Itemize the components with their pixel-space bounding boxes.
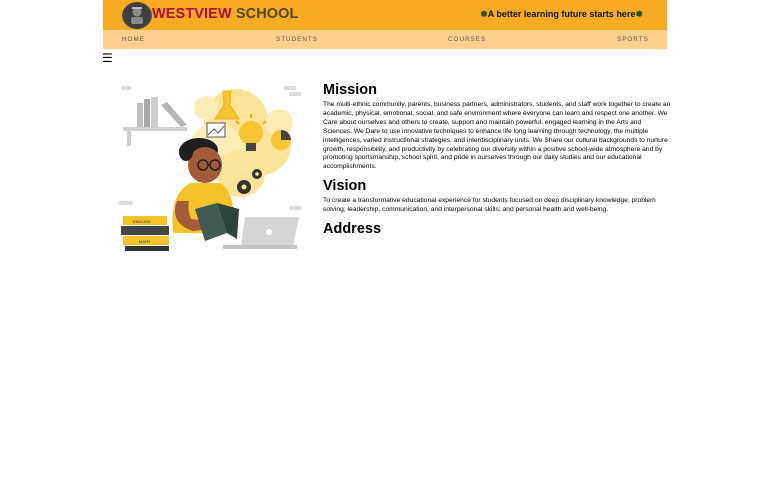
vision-heading: Vision xyxy=(323,178,367,195)
site-header: WESTVIEW SCHOOL ❅A better learning futur… xyxy=(103,0,667,30)
nav-courses[interactable]: COURSES xyxy=(448,36,486,43)
school-name-second: SCHOOL xyxy=(231,6,299,22)
tagline-text: A better learning future starts here xyxy=(487,9,636,19)
nav-sports[interactable]: SPORTS xyxy=(617,36,649,43)
nav-home[interactable]: HOME xyxy=(122,36,145,43)
book-label-english: ENGLISH xyxy=(133,219,151,224)
snowflake-icon: ❅ xyxy=(480,9,488,19)
snowflake-icon: ❅ xyxy=(635,9,643,19)
school-name-first: WESTVIEW xyxy=(152,6,232,22)
main-content: Mission The multi-ethnic community, pare… xyxy=(323,82,671,240)
address-heading: Address xyxy=(323,221,382,238)
hamburger-menu-icon[interactable]: ☰ xyxy=(102,52,113,64)
book-label-math: MATH xyxy=(139,239,150,244)
student-reading-illustration: ENGLISH MATH xyxy=(111,83,303,253)
tagline: ❅A better learning future starts here❅ xyxy=(480,9,643,20)
mission-heading: Mission xyxy=(323,82,377,98)
main-nav: HOME STUDENTS COURSES SPORTS xyxy=(103,30,667,49)
school-name[interactable]: WESTVIEW SCHOOL xyxy=(152,6,299,22)
school-logo-icon[interactable] xyxy=(122,2,152,29)
nav-students[interactable]: STUDENTS xyxy=(276,36,318,43)
vision-text: To create a transformative educational e… xyxy=(323,197,656,214)
mission-text: The multi-ethnic community, parents, bus… xyxy=(323,101,671,171)
